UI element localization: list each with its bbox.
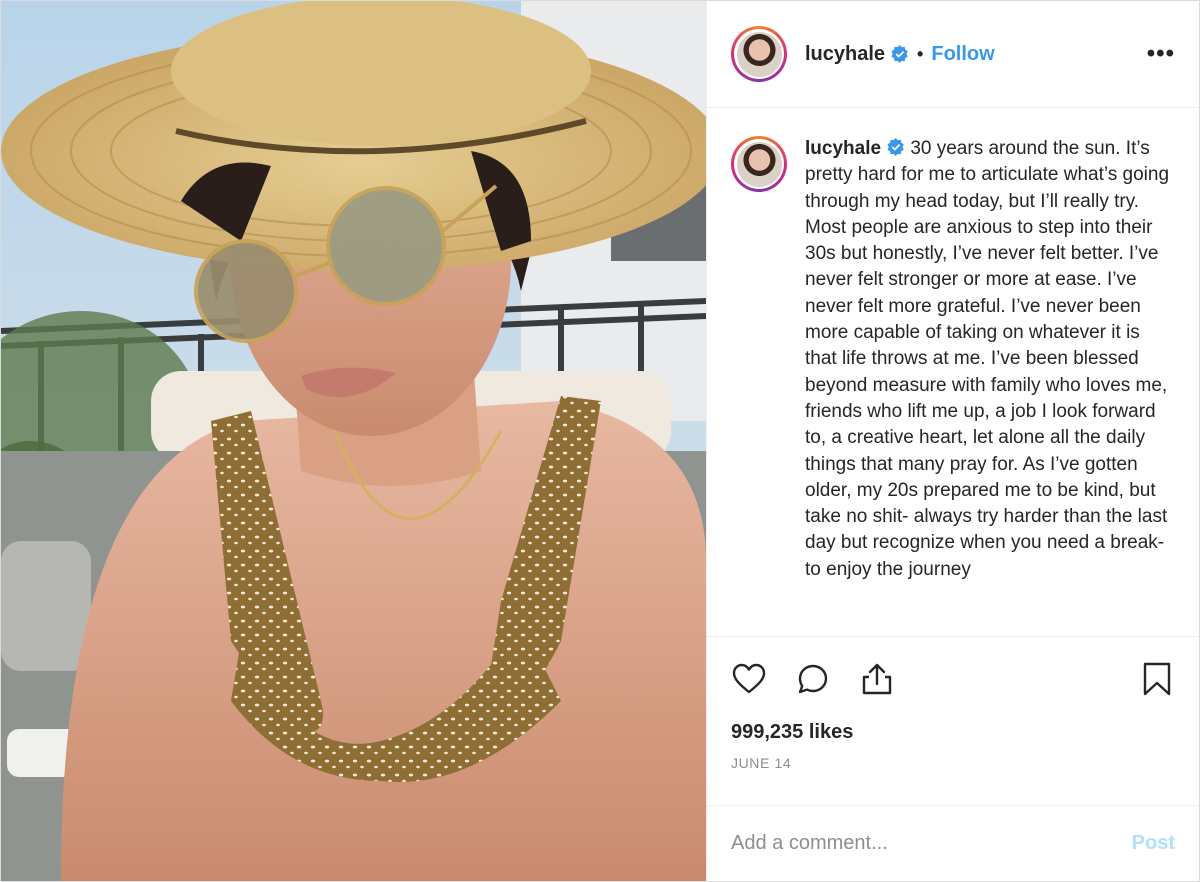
post-side-panel: lucyhale • Follow ••• lucyhale 30 years … (706, 1, 1199, 881)
bookmark-icon[interactable] (1139, 661, 1175, 697)
follow-button[interactable]: Follow (931, 43, 994, 66)
instagram-post: lucyhale • Follow ••• lucyhale 30 years … (0, 0, 1200, 882)
comment-box: Post (707, 805, 1199, 881)
profile-photo (736, 141, 782, 187)
avatar[interactable] (731, 26, 787, 82)
more-options-button[interactable]: ••• (1147, 40, 1175, 68)
heart-icon[interactable] (731, 661, 767, 697)
caption-username-link[interactable]: lucyhale (805, 138, 881, 159)
verified-badge-icon (887, 138, 904, 156)
post-header: lucyhale • Follow ••• (707, 1, 1199, 108)
post-photo[interactable] (1, 1, 706, 881)
caption-avatar[interactable] (731, 136, 787, 192)
separator-dot: • (917, 43, 924, 64)
caption-text: 30 years around the sun. It’s pretty har… (805, 138, 1170, 580)
username-link[interactable]: lucyhale (805, 43, 885, 66)
profile-photo (736, 31, 782, 77)
comment-icon[interactable] (795, 661, 831, 697)
likes-count[interactable]: 999,235 likes (707, 721, 1199, 751)
post-date[interactable]: JUNE 14 (707, 755, 1199, 805)
share-icon[interactable] (859, 661, 895, 697)
post-comment-button[interactable]: Post (1132, 832, 1175, 855)
comment-input[interactable] (731, 832, 1132, 855)
action-bar (707, 637, 1199, 721)
caption: lucyhale 30 years around the sun. It’s p… (805, 136, 1175, 636)
caption-section: lucyhale 30 years around the sun. It’s p… (707, 108, 1199, 637)
verified-badge-icon (891, 45, 908, 63)
post-photo-illustration (1, 1, 706, 881)
